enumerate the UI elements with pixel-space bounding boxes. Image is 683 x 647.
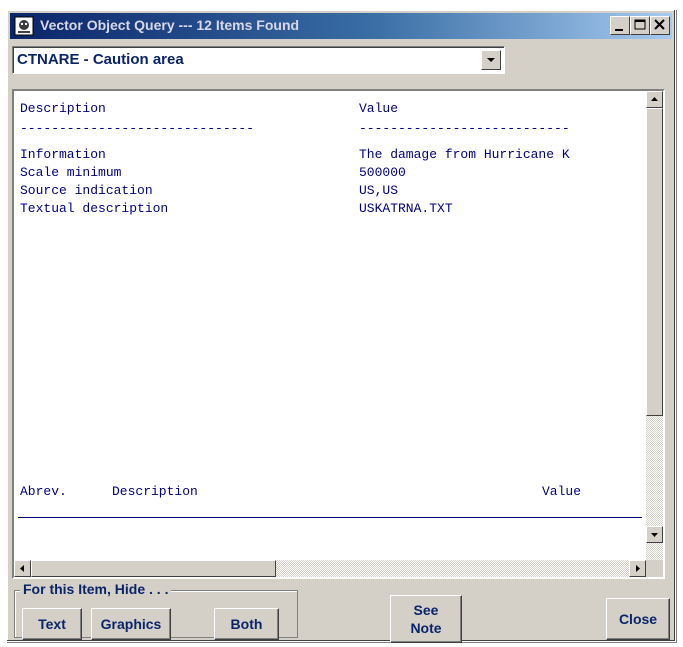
arrow-left-icon — [20, 565, 24, 572]
maximize-button[interactable] — [630, 16, 650, 35]
app-icon — [14, 16, 34, 36]
row-value: The damage from Hurricane K — [359, 147, 570, 162]
abbrev-divider — [18, 517, 642, 518]
maximize-icon — [634, 19, 646, 30]
scroll-right-button[interactable] — [629, 560, 646, 577]
horizontal-scroll-thumb[interactable] — [31, 560, 276, 577]
query-window: Vector Object Query --- 12 Items Found C… — [6, 9, 676, 643]
row-value: USKATRNA.TXT — [359, 201, 453, 216]
title-bar[interactable]: Vector Object Query --- 12 Items Found — [10, 13, 672, 39]
abbrev-header-value: Value — [542, 484, 582, 499]
row-value: US,US — [359, 183, 399, 198]
separator-left: ------------------------------ — [20, 121, 255, 136]
header-value: Value — [359, 101, 399, 116]
vertical-scrollbar[interactable] — [646, 91, 663, 561]
window-title: Vector Object Query --- 12 Items Found — [40, 17, 300, 33]
close-icon — [654, 19, 665, 30]
arrow-up-icon — [651, 97, 658, 101]
hide-graphics-label: Graphics — [100, 616, 162, 632]
chevron-down-icon — [487, 58, 495, 62]
see-note-button[interactable]: See Note — [390, 595, 462, 643]
dropdown-button[interactable] — [481, 50, 501, 70]
horizontal-scrollbar[interactable] — [14, 560, 646, 577]
hide-both-button[interactable]: Both — [214, 608, 279, 640]
header-description: Description — [20, 101, 106, 116]
object-select-value: CTNARE - Caution area — [17, 51, 184, 68]
vertical-scroll-thumb[interactable] — [646, 108, 663, 416]
hide-both-label: Both — [230, 616, 263, 632]
hide-text-label: Text — [38, 616, 66, 632]
row-description: Information — [20, 147, 106, 162]
hide-group-legend: For this Item, Hide . . . — [20, 581, 172, 597]
hide-text-button[interactable]: Text — [22, 608, 82, 640]
scroll-down-button[interactable] — [646, 526, 663, 543]
row-value: 500000 — [359, 165, 406, 180]
see-note-line2: Note — [410, 620, 442, 636]
row-description: Source indication — [20, 183, 153, 198]
minimize-icon — [615, 29, 623, 31]
close-window-button[interactable] — [650, 16, 670, 35]
separator-right: --------------------------- — [359, 121, 570, 136]
object-select[interactable]: CTNARE - Caution area — [12, 46, 505, 74]
row-description: Textual description — [20, 201, 169, 216]
see-note-line1: See — [413, 602, 439, 618]
arrow-right-icon — [636, 565, 640, 572]
scroll-corner — [646, 560, 663, 577]
close-label: Close — [618, 611, 658, 627]
scroll-up-button[interactable] — [646, 91, 663, 108]
close-button[interactable]: Close — [606, 598, 670, 640]
hide-graphics-button[interactable]: Graphics — [91, 608, 171, 640]
attribute-list[interactable]: Description Value ----------------------… — [12, 89, 665, 579]
minimize-button[interactable] — [610, 16, 630, 35]
arrow-down-icon — [651, 533, 658, 537]
abbrev-header-abrev: Abrev. — [20, 484, 67, 499]
scroll-left-button[interactable] — [14, 560, 31, 577]
row-description: Scale minimum — [20, 165, 122, 180]
abbrev-header-description: Description — [112, 484, 198, 499]
